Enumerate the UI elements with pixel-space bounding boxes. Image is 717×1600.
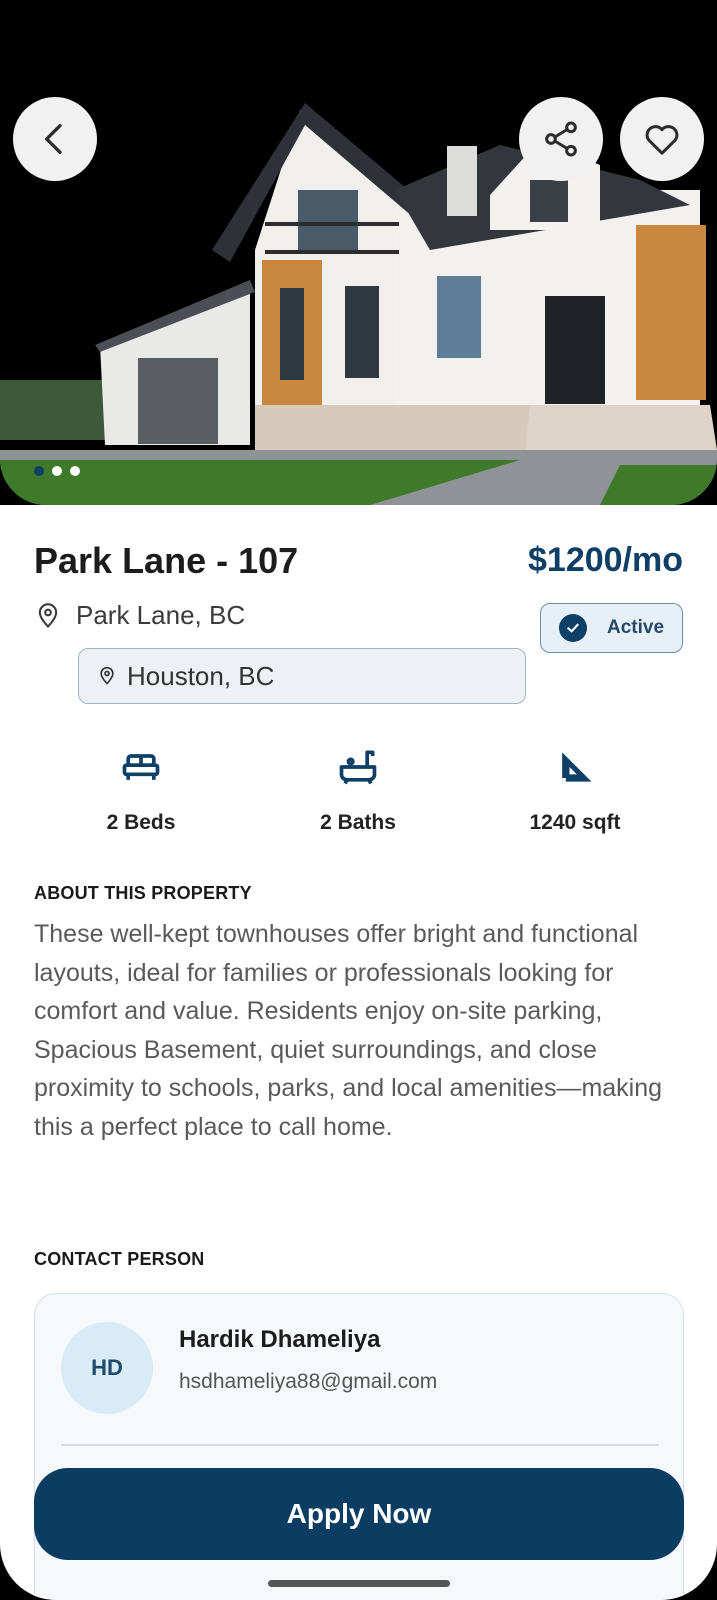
- check-circle-icon: [559, 614, 587, 642]
- beds-label: 2 Beds: [106, 811, 176, 834]
- address-row: Park Lane, BC: [34, 600, 245, 631]
- bathtub-icon: [339, 750, 377, 785]
- divider: [61, 1444, 659, 1446]
- screen: Park Lane - 107 $1200/mo Park Lane, BC A…: [0, 0, 717, 1600]
- property-features: 2 Beds 2 Baths 1240 sqft: [0, 745, 717, 845]
- city-chip[interactable]: Houston, BC: [78, 648, 526, 704]
- address-text: Park Lane, BC: [76, 600, 246, 630]
- house-photo: [0, 0, 717, 505]
- bed-icon: [122, 754, 160, 780]
- baths-label: 2 Baths: [320, 811, 396, 834]
- contact-heading: CONTACT PERSON: [34, 1249, 205, 1269]
- feature-beds: 2 Beds: [98, 745, 184, 835]
- contact-email[interactable]: hsdhameliya88@gmail.com: [179, 1370, 437, 1394]
- home-indicator: [268, 1580, 450, 1587]
- hero-image-carousel[interactable]: [0, 0, 717, 505]
- about-heading: ABOUT THIS PROPERTY: [34, 883, 252, 903]
- avatar: HD: [61, 1322, 153, 1414]
- city-text: Houston, BC: [127, 660, 275, 691]
- chevron-left-icon: [45, 124, 62, 154]
- status-label: Active: [607, 617, 665, 638]
- set-square-icon: [562, 752, 592, 782]
- carousel-dot[interactable]: [52, 466, 62, 476]
- share-icon: [545, 121, 577, 157]
- area-label: 1240 sqft: [529, 811, 621, 834]
- back-button[interactable]: [13, 97, 97, 181]
- property-price: $1200/mo: [528, 541, 683, 579]
- details-sheet: Park Lane - 107 $1200/mo Park Lane, BC A…: [0, 505, 717, 1600]
- share-button[interactable]: [519, 97, 603, 181]
- feature-area: 1240 sqft: [510, 745, 640, 835]
- location-pin-icon: [38, 602, 58, 628]
- contact-name: Hardik Dhameliya: [179, 1326, 381, 1353]
- favorite-button[interactable]: [620, 97, 704, 181]
- about-description: These well-kept townhouses offer bright …: [34, 920, 663, 1141]
- apply-now-button[interactable]: Apply Now: [34, 1468, 684, 1560]
- heart-icon: [645, 125, 679, 155]
- property-title: Park Lane - 107: [34, 540, 299, 581]
- feature-baths: 2 Baths: [310, 745, 406, 835]
- carousel-dot-active[interactable]: [34, 466, 44, 476]
- location-pin-icon: [100, 666, 114, 685]
- status-badge: Active: [540, 603, 683, 653]
- carousel-dot[interactable]: [70, 466, 80, 476]
- carousel-indicator: [34, 466, 80, 476]
